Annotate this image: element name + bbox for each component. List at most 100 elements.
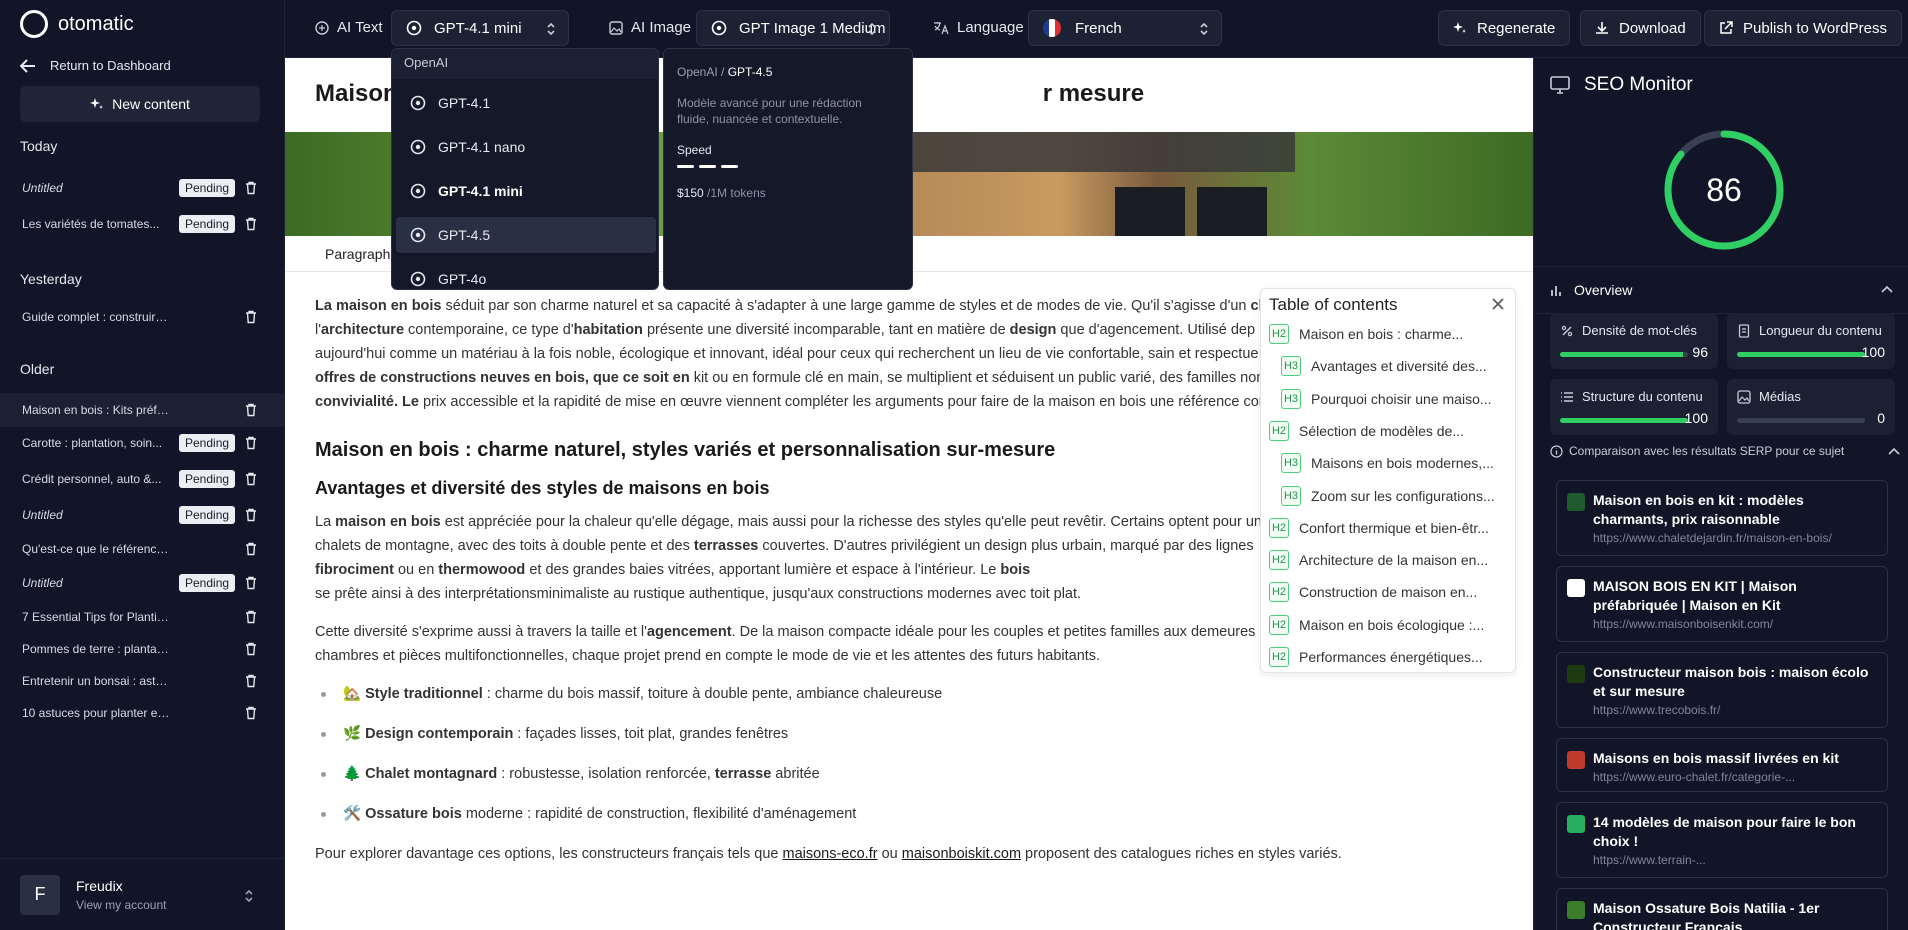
history-item[interactable]: Untitled Pending	[0, 171, 285, 205]
toc-title: Table of contents	[1269, 295, 1398, 314]
openai-icon	[410, 183, 426, 199]
toc-entry[interactable]: H3 Maisons en bois modernes,...	[1281, 451, 1507, 475]
ai-text-model-select[interactable]: GPT-4.1 mini	[391, 10, 569, 46]
publish-wordpress-button[interactable]: Publish to WordPress	[1704, 10, 1902, 46]
metric-label-text: Médias	[1759, 389, 1801, 404]
regenerate-button[interactable]: Regenerate	[1438, 10, 1571, 46]
seo-monitor-panel: SEO Monitor 86 Overview Densité de mot-c…	[1533, 58, 1908, 930]
trash-icon[interactable]	[244, 472, 258, 486]
serp-result-card[interactable]: Constructeur maison bois : maison écolo …	[1556, 652, 1888, 728]
overview-toggle[interactable]: Overview	[1534, 266, 1908, 314]
toc-entry[interactable]: H2 Confort thermique et bien-êtr...	[1269, 516, 1507, 540]
toc-entry-text: Avantages et diversité des...	[1311, 358, 1487, 375]
site-favicon-icon	[1567, 579, 1585, 597]
serp-result-url[interactable]: https://www.euro-chalet.fr/categorie-...	[1593, 770, 1877, 784]
serp-result-title[interactable]: Constructeur maison bois : maison écolo …	[1593, 663, 1877, 701]
toc-entry[interactable]: H3 Avantages et diversité des...	[1281, 354, 1507, 378]
trash-icon[interactable]	[244, 542, 258, 556]
history-item[interactable]: Pommes de terre : plantation, soins ...	[0, 632, 285, 666]
serp-result-url[interactable]: https://www.trecobois.fr/	[1593, 703, 1877, 717]
serp-result-title[interactable]: Maison en bois en kit : modèles charmant…	[1593, 491, 1877, 529]
toc-entry[interactable]: H2 Sélection de modèles de...	[1269, 419, 1507, 443]
toc-entry[interactable]: H2 Maison en bois écologique :...	[1269, 613, 1507, 637]
model-option[interactable]: GPT-4.5	[396, 217, 656, 253]
trash-icon[interactable]	[244, 674, 258, 688]
status-badge: Pending	[179, 434, 236, 452]
toc-entry[interactable]: H2 Architecture de la maison en...	[1269, 548, 1507, 572]
app-logo[interactable]: otomatic	[20, 10, 134, 38]
history-item[interactable]: 10 astuces pour planter et repiquer...	[0, 696, 285, 730]
history-item[interactable]: Crédit personnel, auto &... Pending	[0, 462, 285, 496]
trash-icon[interactable]	[244, 706, 258, 720]
history-item[interactable]: Carotte : plantation, soin... Pending	[0, 426, 285, 460]
metric-label: Structure du contenu	[1560, 389, 1708, 404]
history-item[interactable]: Entretenir un bonsai : astuces pour...	[0, 664, 285, 698]
list-item[interactable]: 🌿 Design contemporain : façades lisses, …	[315, 722, 1510, 746]
trash-icon[interactable]	[244, 310, 258, 324]
toc-entry[interactable]: H2 Maison en bois : charme...	[1269, 322, 1507, 346]
new-content-button[interactable]: New content	[20, 86, 260, 122]
history-item[interactable]: Qu'est-ce que le référencement...	[0, 532, 285, 566]
model-option[interactable]: GPT-4.1 nano	[396, 129, 656, 165]
trash-icon[interactable]	[244, 642, 258, 656]
block-type-select[interactable]: Paragraph	[325, 246, 390, 262]
list-item[interactable]: 🏡 Style traditionnel : charme du bois ma…	[315, 682, 1510, 706]
french-flag-icon	[1043, 19, 1061, 37]
close-icon[interactable]	[1491, 297, 1505, 311]
bullet-list[interactable]: 🏡 Style traditionnel : charme du bois ma…	[315, 682, 1510, 826]
hero-window	[1197, 187, 1267, 236]
serp-result-card[interactable]: Maisons en bois massif livrées en kit htt…	[1556, 738, 1888, 792]
serp-result-card[interactable]: Maison Ossature Bois Natilia - 1er Const…	[1556, 888, 1888, 930]
serp-result-title[interactable]: Maisons en bois massif livrées en kit	[1593, 749, 1877, 768]
trash-icon[interactable]	[244, 610, 258, 624]
site-favicon-icon	[1567, 815, 1585, 833]
history-item[interactable]: Maison en bois : Kits préfabriqués et...	[0, 393, 285, 427]
trash-icon[interactable]	[244, 436, 258, 450]
serp-result-card[interactable]: MAISON BOIS EN KIT | Maison préfabriquée…	[1556, 566, 1888, 642]
toc-entry[interactable]: H2 Performances énergétiques...	[1269, 645, 1507, 669]
return-to-dashboard-link[interactable]: Return to Dashboard	[20, 58, 171, 73]
history-item[interactable]: Untitled Pending	[0, 498, 285, 532]
toc-entry[interactable]: H3 Pourquoi choisir une maiso...	[1281, 387, 1507, 411]
download-button[interactable]: Download	[1580, 10, 1701, 46]
history-item[interactable]: Guide complet : construire sa maiso...	[0, 300, 285, 334]
serp-result-url[interactable]: https://www.maisonboisenkit.com/	[1593, 617, 1877, 631]
trash-icon[interactable]	[244, 508, 258, 522]
inline-link[interactable]: maisonboiskit.com	[902, 846, 1021, 862]
toc-entry[interactable]: H2 Construction de maison en...	[1269, 580, 1507, 604]
trash-icon[interactable]	[244, 403, 258, 417]
paragraph[interactable]: Pour explorer davantage ces options, les…	[315, 842, 1510, 866]
serp-result-url[interactable]: https://www.terrain-...	[1593, 853, 1877, 867]
history-item[interactable]: Les variétés de tomates... Pending	[0, 207, 285, 241]
serp-result-title[interactable]: 14 modèles de maison pour faire le bon c…	[1593, 813, 1877, 851]
language-select[interactable]: French	[1028, 10, 1222, 46]
list-item[interactable]: 🛠️ Ossature bois moderne : rapidité de c…	[315, 802, 1510, 826]
inline-link[interactable]: maisons-eco.fr	[782, 846, 877, 862]
list-item[interactable]: 🌲 Chalet montagnard : robustesse, isolat…	[315, 762, 1510, 786]
serp-result-title[interactable]: Maison Ossature Bois Natilia - 1er Const…	[1593, 899, 1877, 930]
openai-icon	[410, 95, 426, 111]
serp-result-url[interactable]: https://www.chaletdejardin.fr/maison-en-…	[1593, 531, 1877, 545]
status-badge: Pending	[179, 506, 236, 524]
text-run: se prête ainsi à des interprétations	[315, 586, 537, 602]
serp-result-card[interactable]: Maison en bois en kit : modèles charmant…	[1556, 480, 1888, 556]
site-favicon-icon	[1567, 665, 1585, 683]
model-option[interactable]: GPT-4.1 mini	[396, 173, 656, 209]
trash-icon[interactable]	[244, 217, 258, 231]
openai-icon	[406, 20, 422, 36]
ai-image-model-select[interactable]: GPT Image 1 Medium	[696, 10, 890, 46]
model-option[interactable]: GPT-4o	[396, 261, 656, 289]
trash-icon[interactable]	[244, 181, 258, 195]
account-menu[interactable]: F Freudix View my account	[0, 858, 285, 930]
text-run: : robustesse, isolation renforcée,	[497, 766, 715, 782]
history-item-title: Carotte : plantation, soin...	[22, 436, 163, 450]
history-item-title: 7 Essential Tips for Planting and...	[22, 610, 172, 624]
model-option[interactable]: GPT-4.1	[396, 85, 656, 121]
serp-result-title[interactable]: MAISON BOIS EN KIT | Maison préfabriquée…	[1593, 577, 1877, 615]
toc-entry[interactable]: H3 Zoom sur les configurations...	[1281, 484, 1507, 508]
history-item[interactable]: 7 Essential Tips for Planting and...	[0, 600, 285, 634]
serp-comparison-header[interactable]: Comparaison avec les résultats SERP pour…	[1550, 444, 1900, 458]
trash-icon[interactable]	[244, 576, 258, 590]
history-item[interactable]: Untitled Pending	[0, 566, 285, 600]
serp-result-card[interactable]: 14 modèles de maison pour faire le bon c…	[1556, 802, 1888, 878]
